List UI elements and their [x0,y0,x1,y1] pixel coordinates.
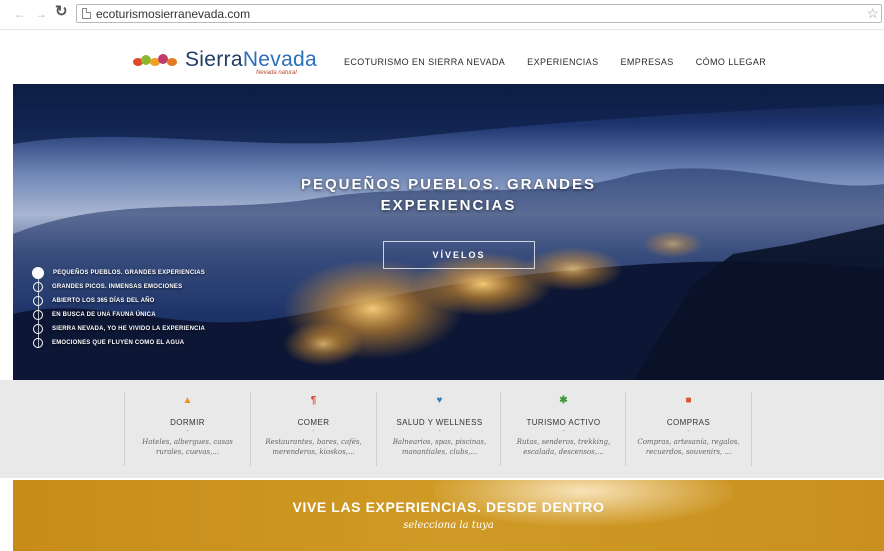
category-title: COMER [297,418,330,427]
slide-label[interactable]: GRANDES PICOS. INMENSAS EMOCIONES [52,284,182,290]
category-dash: - [438,428,441,435]
bookmark-star-icon[interactable]: ☆ [866,5,879,22]
hero-slider: PEQUEÑOS PUEBLOS. GRANDES EXPERIENCIAS V… [13,84,884,380]
slide-item[interactable]: PEQUEÑOS PUEBLOS. GRANDES EXPERIENCIAS [29,266,205,280]
category-description: Balnearios, spas, piscinas, manantiales, … [377,437,502,457]
slide-item[interactable]: SIERRA NEVADA, YO HE VIVIDO LA EXPERIENC… [29,322,205,336]
experiences-banner: VIVE LAS EXPERIENCIAS. DESDE DENTRO sele… [13,480,884,551]
category-dormir[interactable]: ▲ DORMIR - Hoteles, albergues, casas rura… [124,392,250,466]
category-turismo-activo[interactable]: ✱ TURISMO ACTIVO - Rutas, senderos, trek… [500,392,626,466]
slide-item[interactable]: GRANDES PICOS. INMENSAS EMOCIONES [29,280,205,294]
category-dash: - [186,428,189,435]
nav-ecoturismo[interactable]: ECOTURISMO EN SIERRA NEVADA [344,57,505,67]
category-desc-line: escalada, descensos,... [523,448,604,456]
category-description: Compras, artesanía, regalos, recuerdos, s… [626,437,751,457]
category-desc-line: rurales, cuevas,... [156,448,219,456]
category-description: Restaurantes, bares, cafés, merenderos, k… [251,437,376,457]
forward-arrow-icon[interactable]: → [35,8,47,20]
logo-text: SierraNevada [185,48,317,72]
category-dash: - [687,428,690,435]
slide-label[interactable]: EMOCIONES QUE FLUYEN COMO EL AGUA [52,340,184,346]
category-divider [751,392,752,466]
slide-item[interactable]: ABIERTO LOS 365 DÍAS DEL AÑO [29,294,205,308]
address-bar[interactable]: ecoturismosierranevada.com ☆ [76,4,882,23]
nav-como-llegar[interactable]: CÓMO LLEGAR [696,57,766,67]
basket-icon: ■ [685,395,692,406]
nav-empresas[interactable]: EMPRESAS [621,57,674,67]
category-title: TURISMO ACTIVO [526,418,601,427]
category-title: SALUD Y WELLNESS [396,418,483,427]
category-title: DORMIR [170,418,205,427]
category-desc-line: Hoteles, albergues, casas [142,438,233,446]
category-compras[interactable]: ■ COMPRAS - Compras, artesanía, regalos,… [625,392,751,466]
nav-experiencias[interactable]: EXPERIENCIAS [527,57,598,67]
slide-label[interactable]: EN BUSCA DE UNA FAUNA ÚNICA [52,312,156,318]
category-dash: - [562,428,565,435]
hero-title: PEQUEÑOS PUEBLOS. GRANDES EXPERIENCIAS [13,174,884,216]
site-header: SierraNevada Nevada natural ECOTURISMO E… [0,30,884,84]
back-arrow-icon[interactable]: ← [14,8,26,20]
slider-navigation: PEQUEÑOS PUEBLOS. GRANDES EXPERIENCIAS G… [29,266,205,350]
reload-icon[interactable]: ↻ [55,4,68,19]
slide-dot-icon[interactable] [32,267,44,279]
hero-title-line1: PEQUEÑOS PUEBLOS. GRANDES [300,176,597,193]
category-title: COMPRAS [666,418,711,427]
slide-item[interactable]: EMOCIONES QUE FLUYEN COMO EL AGUA [29,336,205,350]
slide-dot-icon[interactable] [33,296,43,306]
slide-item[interactable]: EN BUSCA DE UNA FAUNA ÚNICA [29,308,205,322]
heart-icon: ♥ [436,395,443,406]
category-desc-line: Balnearios, spas, piscinas, [392,438,487,446]
slide-dot-icon[interactable] [33,338,43,348]
browser-toolbar: ← → ↻ ecoturismosierranevada.com ☆ [0,0,884,30]
category-desc-line: recuerdos, souvenirs, ... [645,448,732,456]
category-desc-line: manantiales, clubs,... [401,448,478,456]
logo-text-secondary: Nevada [242,48,318,71]
logo-tagline: Nevada natural [256,70,297,76]
slide-label[interactable]: PEQUEÑOS PUEBLOS. GRANDES EXPERIENCIAS [53,270,205,276]
category-description: Rutas, senderos, trekking, escalada, desc… [501,437,626,457]
category-salud[interactable]: ♥ SALUD Y WELLNESS - Balnearios, spas, p… [376,392,502,466]
category-desc-line: merenderos, kioskos,... [272,448,355,456]
category-description: Hoteles, albergues, casas rurales, cuevas… [125,437,250,457]
page-icon [82,8,91,19]
hero-title-line2: EXPERIENCIAS [380,197,517,214]
category-dash: - [312,428,315,435]
logo-mark-icon [133,54,177,66]
fork-knife-icon: ¶ [310,395,317,406]
slide-dot-icon[interactable] [33,324,43,334]
slide-dot-icon[interactable] [33,310,43,320]
slide-label[interactable]: ABIERTO LOS 365 DÍAS DEL AÑO [52,298,155,304]
main-nav: ECOTURISMO EN SIERRA NEVADA EXPERIENCIAS… [344,57,788,67]
logo-text-primary: Sierra [185,48,243,71]
hiker-icon: ✱ [559,395,568,406]
category-comer[interactable]: ¶ COMER - Restaurantes, bares, cafés, mer… [250,392,376,466]
categories-bar: ▲ DORMIR - Hoteles, albergues, casas rura… [0,380,884,478]
banner-subtitle[interactable]: selecciona la tuya [13,520,884,531]
category-desc-line: Restaurantes, bares, cafés, [265,438,362,446]
category-desc-line: Compras, artesanía, regalos, [637,438,740,446]
house-icon: ▲ [182,395,193,406]
banner-title: VIVE LAS EXPERIENCIAS. DESDE DENTRO [292,499,605,515]
vivelos-button[interactable]: VÍVELOS [383,241,535,269]
url-text[interactable]: ecoturismosierranevada.com [96,7,250,21]
category-desc-line: Rutas, senderos, trekking, [516,438,611,446]
slide-label[interactable]: SIERRA NEVADA, YO HE VIVIDO LA EXPERIENC… [52,326,205,332]
slide-dot-icon[interactable] [33,282,43,292]
